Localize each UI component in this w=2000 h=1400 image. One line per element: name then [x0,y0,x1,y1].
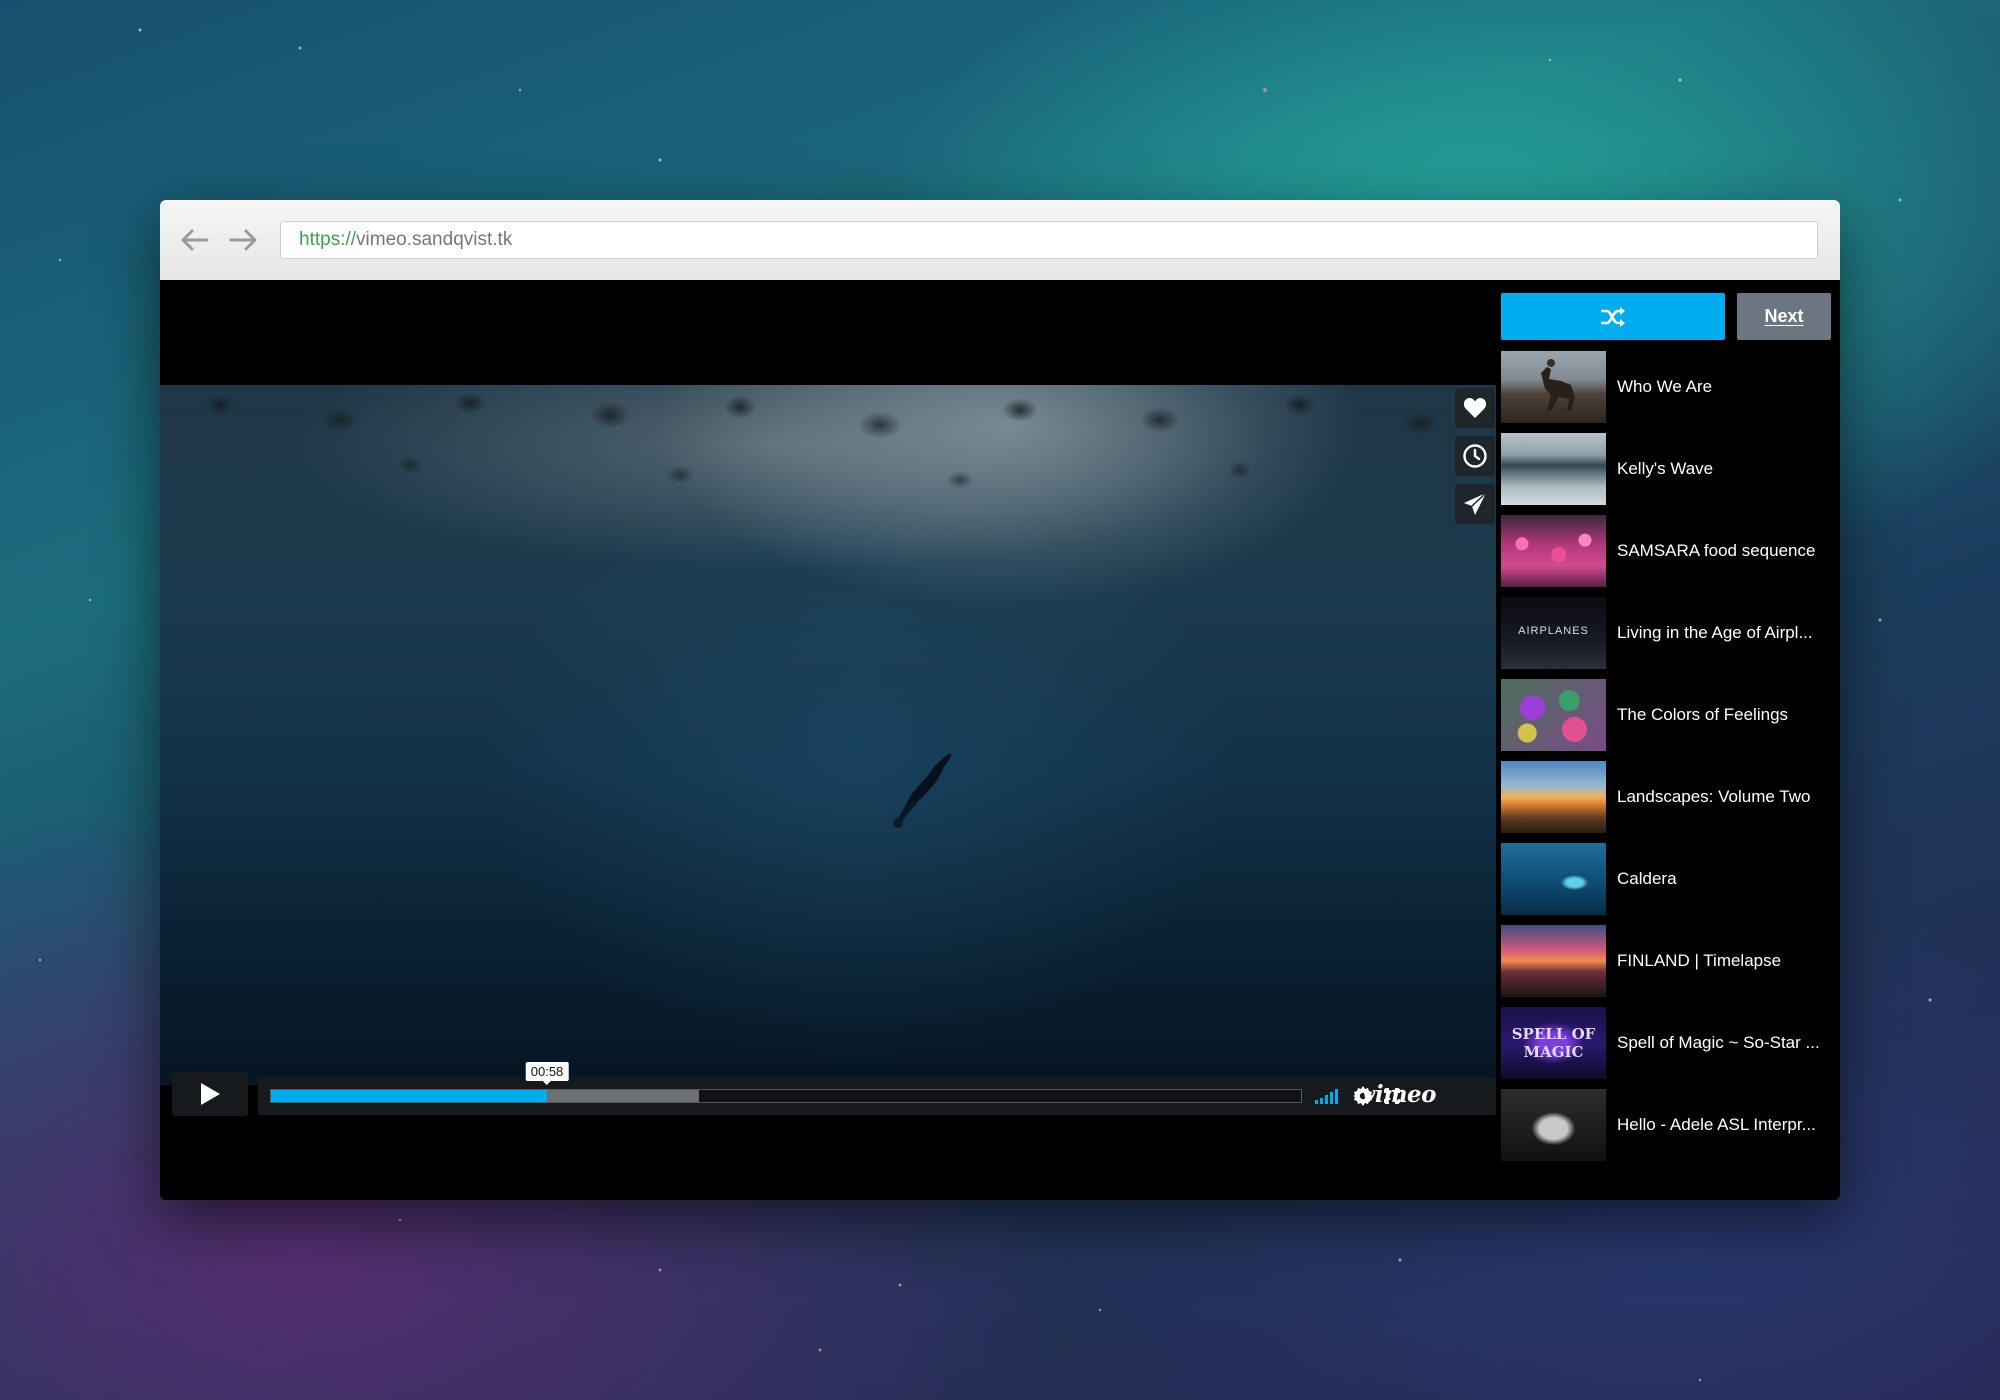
volume-bars-icon [1315,1089,1338,1104]
heart-icon [1463,398,1487,418]
shuffle-icon [1601,306,1625,327]
playlist-item-title: Who We Are [1617,377,1713,396]
vimeo-logo[interactable]: vimeo [1362,1081,1436,1108]
playlist-item-title: Hello - Adele ASL Interpr... [1617,1115,1816,1134]
page-content: 00:58 vimeo Next Who We Are Kelly's Wave… [160,280,1840,1200]
video-thumbnail [1501,433,1606,505]
playlist-item[interactable]: AIRPLANES Living in the Age of Airpl... [1501,597,1840,679]
player-controlbar: 00:58 vimeo [258,1062,1496,1115]
playlist-item[interactable]: Hello - Adele ASL Interpr... [1501,1089,1840,1171]
arrow-right-icon [229,229,257,251]
video-side-actions [1455,388,1495,532]
volume-control[interactable] [1314,1086,1344,1106]
forward-button[interactable] [226,222,262,258]
video-thumbnail [1501,679,1606,751]
browser-toolbar: https://vimeo.sandqvist.tk [160,200,1840,281]
play-button[interactable] [172,1072,248,1116]
arrow-left-icon [181,229,209,251]
share-button[interactable] [1455,484,1495,524]
thumbnail-caption: AIRPLANES [1518,625,1589,637]
playlist-item[interactable]: Landscapes: Volume Two [1501,761,1840,843]
playlist-item-title: Kelly's Wave [1617,459,1714,478]
playlist-item-title: SAMSARA food sequence [1617,541,1816,560]
time-tooltip: 00:58 [525,1062,569,1085]
play-icon [201,1083,220,1105]
url-scheme: https:// [299,229,357,250]
playlist-item-title: Landscapes: Volume Two [1617,787,1811,806]
playlist-item-title: Caldera [1617,869,1677,888]
video-thumbnail: SPELL OF MAGIC [1501,1007,1606,1079]
paper-plane-icon [1464,492,1487,515]
playlist-item-title: Living in the Age of Airpl... [1617,623,1813,642]
playlist-item-title: Spell of Magic ~ So-Star ... [1617,1033,1820,1052]
like-button[interactable] [1455,388,1495,428]
video-thumbnail [1501,351,1606,423]
playlist-item[interactable]: SPELL OF MAGIC Spell of Magic ~ So-Star … [1501,1007,1840,1089]
clock-icon [1463,444,1487,468]
address-bar[interactable]: https://vimeo.sandqvist.tk [280,221,1818,259]
playlist-item[interactable]: FINLAND | Timelapse [1501,925,1840,1007]
video-thumbnail [1501,843,1606,915]
playlist-item-title: The Colors of Feelings [1617,705,1789,724]
watch-later-button[interactable] [1455,436,1495,476]
playlist-item[interactable]: The Colors of Feelings [1501,679,1840,761]
playlist-sidebar: Next Who We Are Kelly's Wave SAMSARA foo… [1501,280,1840,1200]
video-rock-surface [160,385,1496,565]
thumbnail-caption: SPELL OF MAGIC [1511,1025,1596,1061]
progress-played [271,1090,548,1102]
back-button[interactable] [176,222,212,258]
diver-figure [893,753,952,828]
video-frame[interactable] [160,385,1496,1085]
horse-rider-image [1541,359,1575,411]
video-thumbnail [1501,1089,1606,1161]
progress-bar[interactable]: 00:58 [270,1062,1302,1103]
video-thumbnail [1501,761,1606,833]
video-thumbnail [1501,925,1606,997]
playlist-item[interactable]: SAMSARA food sequence [1501,515,1840,597]
browser-window: https://vimeo.sandqvist.tk 00:58 vimeo N… [160,200,1840,1200]
playlist-item[interactable]: Who We Are [1501,351,1840,433]
playlist-item[interactable]: Caldera [1501,843,1840,925]
video-thumbnail [1501,515,1606,587]
next-button[interactable]: Next [1737,293,1831,340]
playlist-item[interactable]: Kelly's Wave [1501,433,1840,515]
url-host: vimeo.sandqvist.tk [356,229,513,250]
video-thumbnail: AIRPLANES [1501,597,1606,669]
playlist: Who We Are Kelly's Wave SAMSARA food seq… [1501,351,1840,1171]
playlist-item-title: FINLAND | Timelapse [1617,951,1782,970]
shuffle-button[interactable] [1501,293,1725,340]
